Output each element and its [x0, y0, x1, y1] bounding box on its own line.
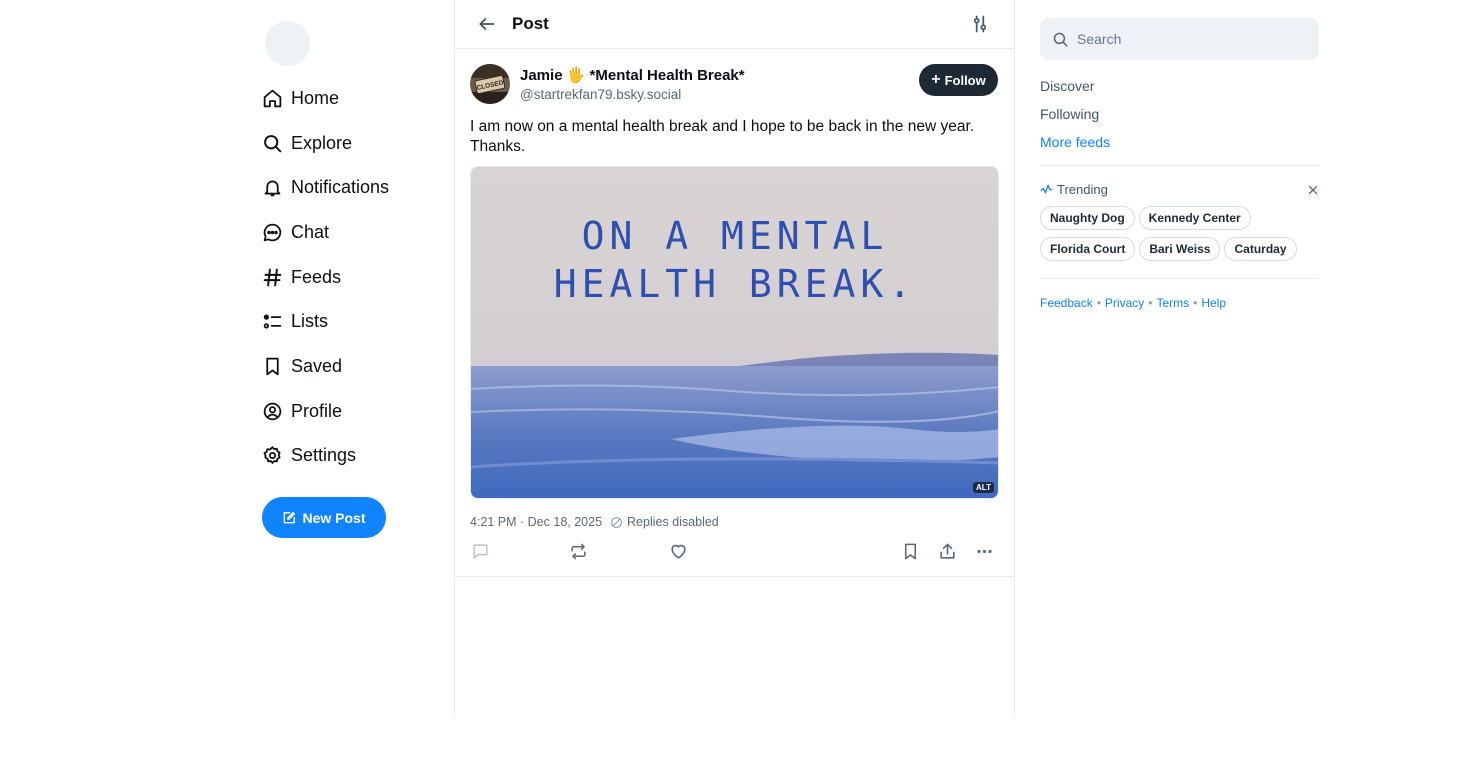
- right-sidebar: Discover Following More feeds Trending N…: [1040, 18, 1319, 310]
- replies-status: Replies disabled: [627, 515, 719, 529]
- bell-icon: [262, 177, 283, 198]
- ellipsis-icon: [976, 549, 992, 553]
- repost-icon: [570, 543, 586, 559]
- repost-button[interactable]: [568, 541, 588, 561]
- bookmark-button[interactable]: [900, 541, 920, 561]
- trending-topic[interactable]: Kennedy Center: [1138, 206, 1251, 230]
- nav-item-chat[interactable]: Chat: [262, 210, 452, 255]
- like-button[interactable]: [668, 541, 688, 561]
- hash-icon: [262, 267, 283, 288]
- footer-link-privacy[interactable]: Privacy: [1105, 296, 1144, 310]
- trending-topic[interactable]: Naughty Dog: [1040, 206, 1135, 230]
- nav-label-settings: Settings: [291, 445, 357, 466]
- nav-item-explore[interactable]: Explore: [262, 121, 452, 166]
- page-title: Post: [512, 14, 549, 33]
- nav-label-chat: Chat: [291, 221, 330, 242]
- nav-label-saved: Saved: [291, 355, 343, 376]
- footer-separator: •: [1148, 296, 1153, 310]
- nav-label-lists: Lists: [291, 311, 329, 332]
- reply-button[interactable]: [470, 541, 490, 561]
- share-button[interactable]: [937, 541, 957, 561]
- nav-label-explore: Explore: [291, 132, 353, 153]
- feed-links: Discover Following More feeds: [1040, 77, 1319, 161]
- search-icon: [262, 133, 283, 154]
- footer-link-help[interactable]: Help: [1201, 296, 1226, 310]
- footer-separator: •: [1096, 296, 1101, 310]
- post-timestamp[interactable]: 4:21 PM · Dec 18, 2025: [470, 515, 602, 529]
- footer-link-feedback[interactable]: Feedback: [1040, 296, 1093, 310]
- post-text: I am now on a mental health break and I …: [470, 118, 975, 155]
- trending-topic[interactable]: Florida Court: [1040, 237, 1136, 261]
- nav-list: Home Explore Notifications Chat Feeds Li…: [262, 76, 452, 478]
- search-icon: [1053, 32, 1068, 47]
- nav-item-home[interactable]: Home: [262, 76, 452, 121]
- trending-header: Trending: [1040, 182, 1319, 197]
- reply-icon: [472, 543, 488, 559]
- divider: [1040, 278, 1319, 279]
- sliders-icon: [973, 15, 987, 33]
- nav-item-saved[interactable]: Saved: [262, 344, 452, 389]
- image-text-line2: HEALTH BREAK.: [554, 262, 916, 306]
- search-input[interactable]: [1077, 31, 1297, 47]
- nav-label-home: Home: [291, 87, 340, 108]
- image-text-line1: ON A MENTAL: [582, 214, 889, 258]
- replies-disabled-icon: [611, 516, 622, 528]
- new-post-button[interactable]: New Post: [262, 497, 386, 538]
- compose-icon: [284, 511, 296, 523]
- new-post-label: New Post: [302, 509, 366, 526]
- share-icon: [939, 543, 955, 559]
- divider: [1040, 165, 1319, 166]
- feed-link-more-feeds[interactable]: More feeds: [1040, 133, 1319, 161]
- footer-link-terms[interactable]: Terms: [1156, 296, 1189, 310]
- list-icon: [262, 311, 283, 332]
- post: CLOSED Jamie 🖐️ *Mental Health Break* @s…: [455, 49, 1014, 577]
- alt-badge[interactable]: ALT: [973, 482, 994, 493]
- trending-topic[interactable]: Bari Weiss: [1139, 237, 1221, 261]
- post-header: Post: [455, 0, 1014, 49]
- home-icon: [262, 88, 283, 109]
- nav-item-notifications[interactable]: Notifications: [262, 165, 452, 210]
- feed-link-following[interactable]: Following: [1040, 105, 1319, 133]
- thread-settings-button[interactable]: [970, 14, 990, 34]
- main-column: Post CLOSED Jamie 🖐️ *Mental Health Brea…: [454, 0, 1015, 716]
- nav-label-profile: Profile: [291, 400, 343, 421]
- author-handle[interactable]: @startrekfan79.bsky.social: [520, 87, 681, 102]
- nav-item-feeds[interactable]: Feeds: [262, 255, 452, 300]
- trending-title: Trending: [1057, 182, 1108, 197]
- more-options-button[interactable]: [974, 541, 994, 561]
- user-avatar[interactable]: [265, 21, 310, 66]
- follow-button[interactable]: + Follow: [919, 64, 998, 96]
- footer-separator: •: [1193, 296, 1198, 310]
- feed-link-discover[interactable]: Discover: [1040, 77, 1319, 105]
- trending-topics: Naughty Dog Kennedy Center Florida Court…: [1040, 206, 1319, 261]
- author-avatar[interactable]: CLOSED: [470, 64, 510, 104]
- post-actions: [470, 541, 1000, 563]
- plus-icon: +: [931, 71, 941, 88]
- nav-item-profile[interactable]: Profile: [262, 389, 452, 434]
- chat-icon: [262, 222, 283, 243]
- footer-links: Feedback • Privacy • Terms • Help: [1040, 296, 1319, 310]
- arrow-left-icon: [479, 18, 495, 30]
- close-icon[interactable]: [1307, 184, 1319, 196]
- heart-icon: [670, 544, 686, 559]
- trending-icon: [1040, 184, 1053, 194]
- follow-label: Follow: [944, 72, 986, 88]
- nav-label-feeds: Feeds: [291, 266, 342, 287]
- nav-item-settings[interactable]: Settings: [262, 434, 452, 479]
- nav-label-notifications: Notifications: [291, 177, 390, 198]
- gear-icon: [262, 445, 283, 466]
- trending-topic[interactable]: Caturday: [1224, 237, 1297, 261]
- nav-item-lists[interactable]: Lists: [262, 299, 452, 344]
- back-button[interactable]: [475, 12, 499, 36]
- post-image[interactable]: ON A MENTAL HEALTH BREAK. ALT: [470, 166, 999, 499]
- profile-icon: [262, 401, 283, 422]
- author-name[interactable]: Jamie 🖐️ *Mental Health Break*: [520, 66, 745, 84]
- bookmark-icon: [262, 356, 283, 377]
- post-meta: 4:21 PM · Dec 18, 2025 Replies disabled: [470, 515, 719, 529]
- bookmark-icon: [904, 543, 916, 559]
- search-box[interactable]: [1040, 18, 1319, 60]
